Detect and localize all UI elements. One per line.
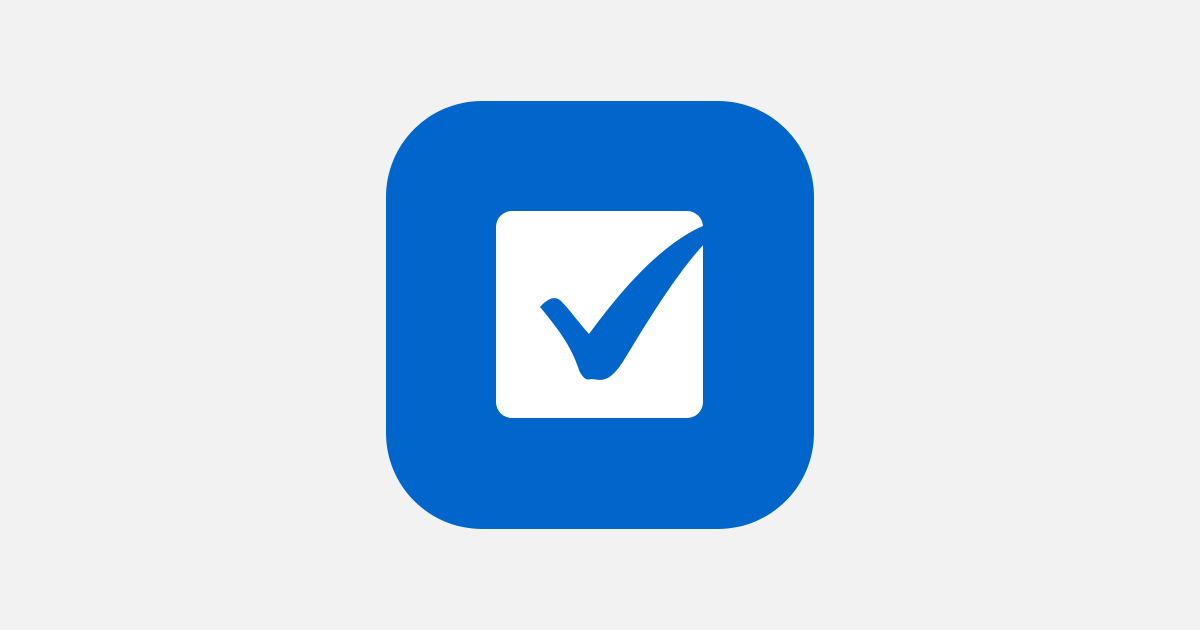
checkbox-checkmark-icon xyxy=(496,211,735,418)
app-store-banner xyxy=(0,0,1200,630)
checkbox-square xyxy=(496,211,703,418)
